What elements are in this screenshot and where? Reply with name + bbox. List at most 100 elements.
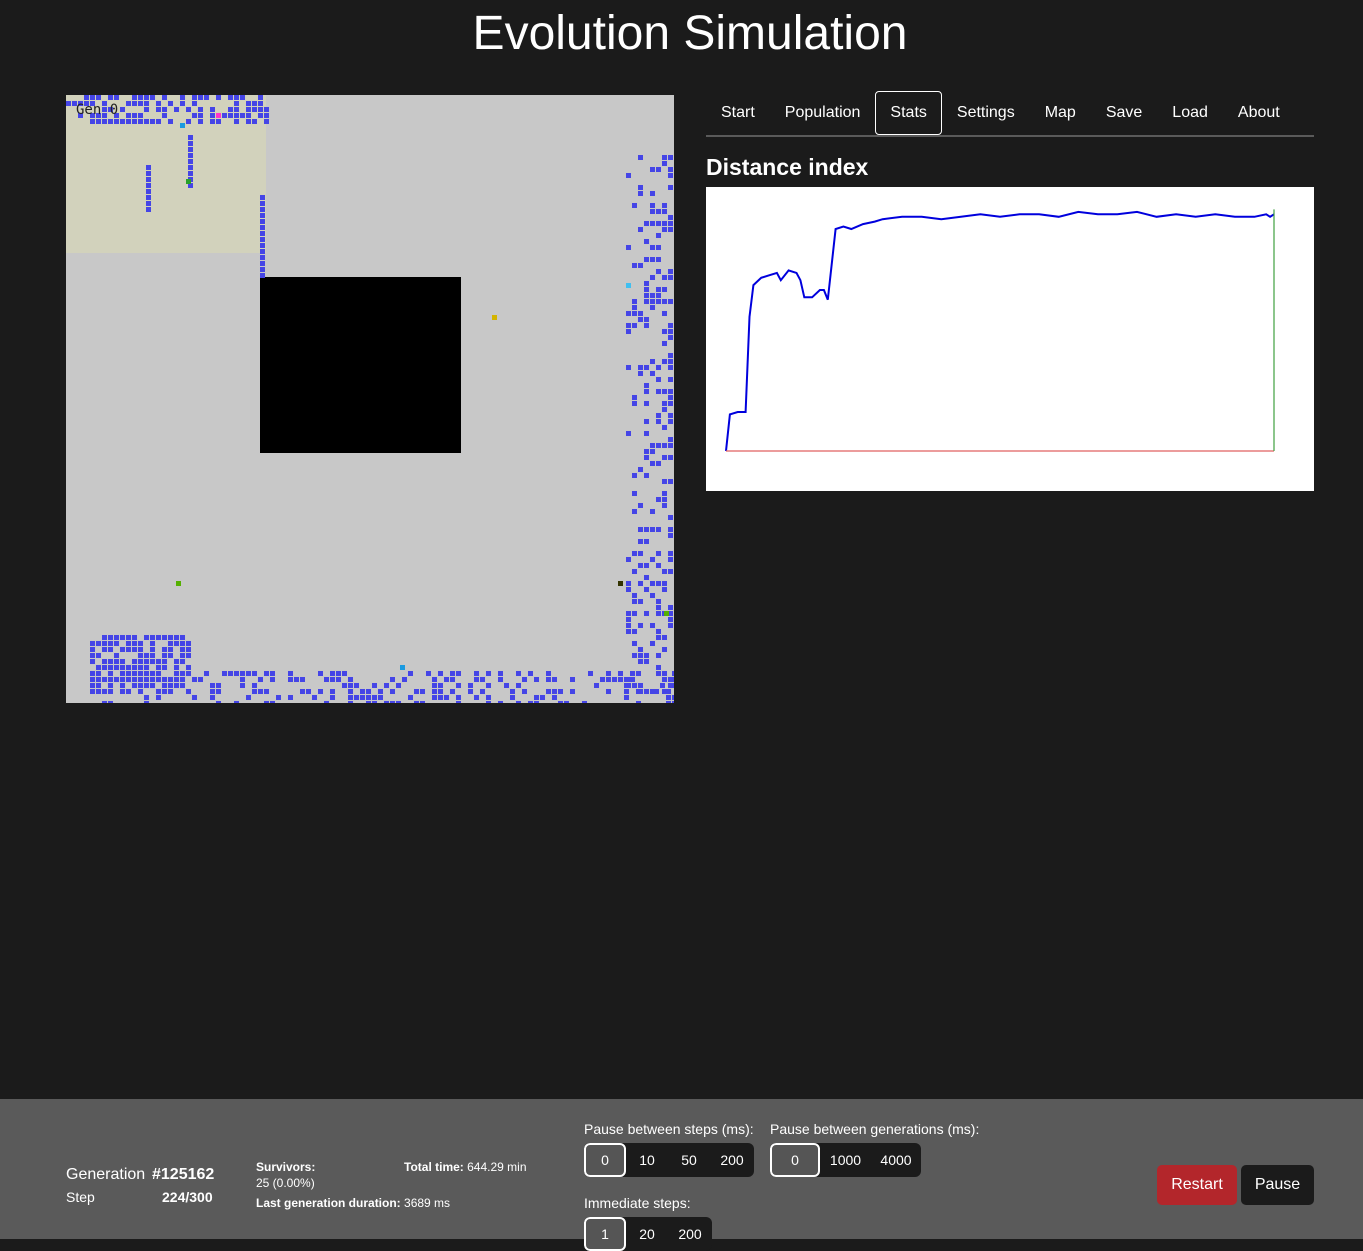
- creature-cell: [260, 273, 265, 278]
- creature-cell: [650, 167, 655, 172]
- tab-about[interactable]: About: [1223, 91, 1295, 135]
- creature-cell: [644, 257, 649, 262]
- creature-cell: [114, 95, 119, 100]
- creature-cell: [668, 323, 673, 328]
- creature-cell: [96, 689, 101, 694]
- creature-cell: [656, 665, 661, 670]
- creature-cell: [146, 189, 151, 194]
- creature-cell: [662, 677, 667, 682]
- creature-cell: [258, 107, 263, 112]
- creature-cell: [638, 539, 643, 544]
- creature-cell: [662, 155, 667, 160]
- pause-steps-option-10[interactable]: 10: [626, 1143, 668, 1177]
- creature-cell: [432, 677, 437, 682]
- creature-cell: [144, 659, 149, 664]
- creature-cell: [90, 683, 95, 688]
- creature-cell: [162, 689, 167, 694]
- creature-cell: [636, 701, 641, 703]
- creature-cell: [650, 245, 655, 250]
- pause-gen-option-1000[interactable]: 1000: [820, 1143, 871, 1177]
- pause-steps-option-0[interactable]: 0: [584, 1143, 626, 1177]
- creature-cell: [188, 153, 193, 158]
- creature-cell: [132, 659, 137, 664]
- creature-cell: [668, 605, 673, 610]
- creature-cell: [288, 695, 293, 700]
- creature-cell: [188, 147, 193, 152]
- creature-cell: [342, 671, 347, 676]
- creature-cell: [626, 365, 631, 370]
- creature-cell: [318, 689, 323, 694]
- tab-start[interactable]: Start: [706, 91, 770, 135]
- creature-cell: [668, 557, 673, 562]
- creature-cell: [132, 683, 137, 688]
- creature-cell: [150, 641, 155, 646]
- creature-cell: [264, 701, 269, 703]
- creature-cell: [644, 239, 649, 244]
- immediate-steps-option-200[interactable]: 200: [668, 1217, 712, 1251]
- creature-cell: [594, 683, 599, 688]
- creature-cell: [132, 677, 137, 682]
- creature-cell: [132, 647, 137, 652]
- pause-steps-option-200[interactable]: 200: [710, 1143, 754, 1177]
- creature-cell: [312, 695, 317, 700]
- creature-cell: [138, 101, 143, 106]
- immediate-steps-option-20[interactable]: 20: [626, 1217, 668, 1251]
- tab-load[interactable]: Load: [1157, 91, 1223, 135]
- creature-cell: [638, 371, 643, 376]
- creature-cell: [432, 695, 437, 700]
- pause-button[interactable]: Pause: [1241, 1165, 1314, 1205]
- restart-button[interactable]: Restart: [1157, 1165, 1237, 1205]
- creature-cell: [174, 677, 179, 682]
- creature-cell: [656, 269, 661, 274]
- creature-cell: [656, 389, 661, 394]
- creature-cell: [662, 455, 667, 460]
- world-canvas[interactable]: Gen 0: [66, 95, 674, 703]
- creature-cell: [662, 479, 667, 484]
- pause-gen-option-4000[interactable]: 4000: [871, 1143, 921, 1177]
- creature-cell: [234, 107, 239, 112]
- creature-cell: [638, 653, 643, 658]
- creature-cell: [632, 203, 637, 208]
- creature-cell: [650, 623, 655, 628]
- creature-cell: [258, 113, 263, 118]
- creature-cell: [638, 551, 643, 556]
- tab-population[interactable]: Population: [770, 91, 876, 135]
- creature-cell: [626, 173, 631, 178]
- creature-cell: [114, 641, 119, 646]
- generation-value: #125162: [152, 1166, 215, 1183]
- creature-cell: [192, 695, 197, 700]
- tab-save[interactable]: Save: [1091, 91, 1157, 135]
- creature-cell: [636, 689, 641, 694]
- creature-cell: [132, 113, 137, 118]
- creature-cell: [632, 629, 637, 634]
- creature-cell: [638, 503, 643, 508]
- creature-cell: [126, 101, 131, 106]
- tab-stats[interactable]: Stats: [875, 91, 942, 135]
- creature-cell: [264, 119, 269, 124]
- creature-cell: [150, 119, 155, 124]
- tab-settings[interactable]: Settings: [942, 91, 1030, 135]
- tab-map[interactable]: Map: [1030, 91, 1091, 135]
- immediate-steps-option-1[interactable]: 1: [584, 1217, 626, 1251]
- creature-cell: [632, 569, 637, 574]
- pause-gen-option-0[interactable]: 0: [770, 1143, 820, 1177]
- creature-cell: [188, 171, 193, 176]
- creature-cell: [162, 647, 167, 652]
- pause-steps-option-50[interactable]: 50: [668, 1143, 710, 1177]
- safe-zone: [66, 95, 266, 253]
- creature-cell: [150, 677, 155, 682]
- creature-cell: [450, 689, 455, 694]
- tab-bar: Start Population Stats Settings Map Save…: [706, 91, 1314, 137]
- creature-cell: [644, 431, 649, 436]
- creature-cell: [324, 677, 329, 682]
- creature-cell: [102, 659, 107, 664]
- creature-cell: [626, 311, 631, 316]
- creature-cell: [516, 701, 521, 703]
- creature-cell: [522, 677, 527, 682]
- creature-cell: [656, 551, 661, 556]
- creature-cell: [480, 689, 485, 694]
- creature-cell: [360, 695, 365, 700]
- creature-cell: [468, 683, 473, 688]
- creature-cell: [626, 611, 631, 616]
- creature-cell: [96, 641, 101, 646]
